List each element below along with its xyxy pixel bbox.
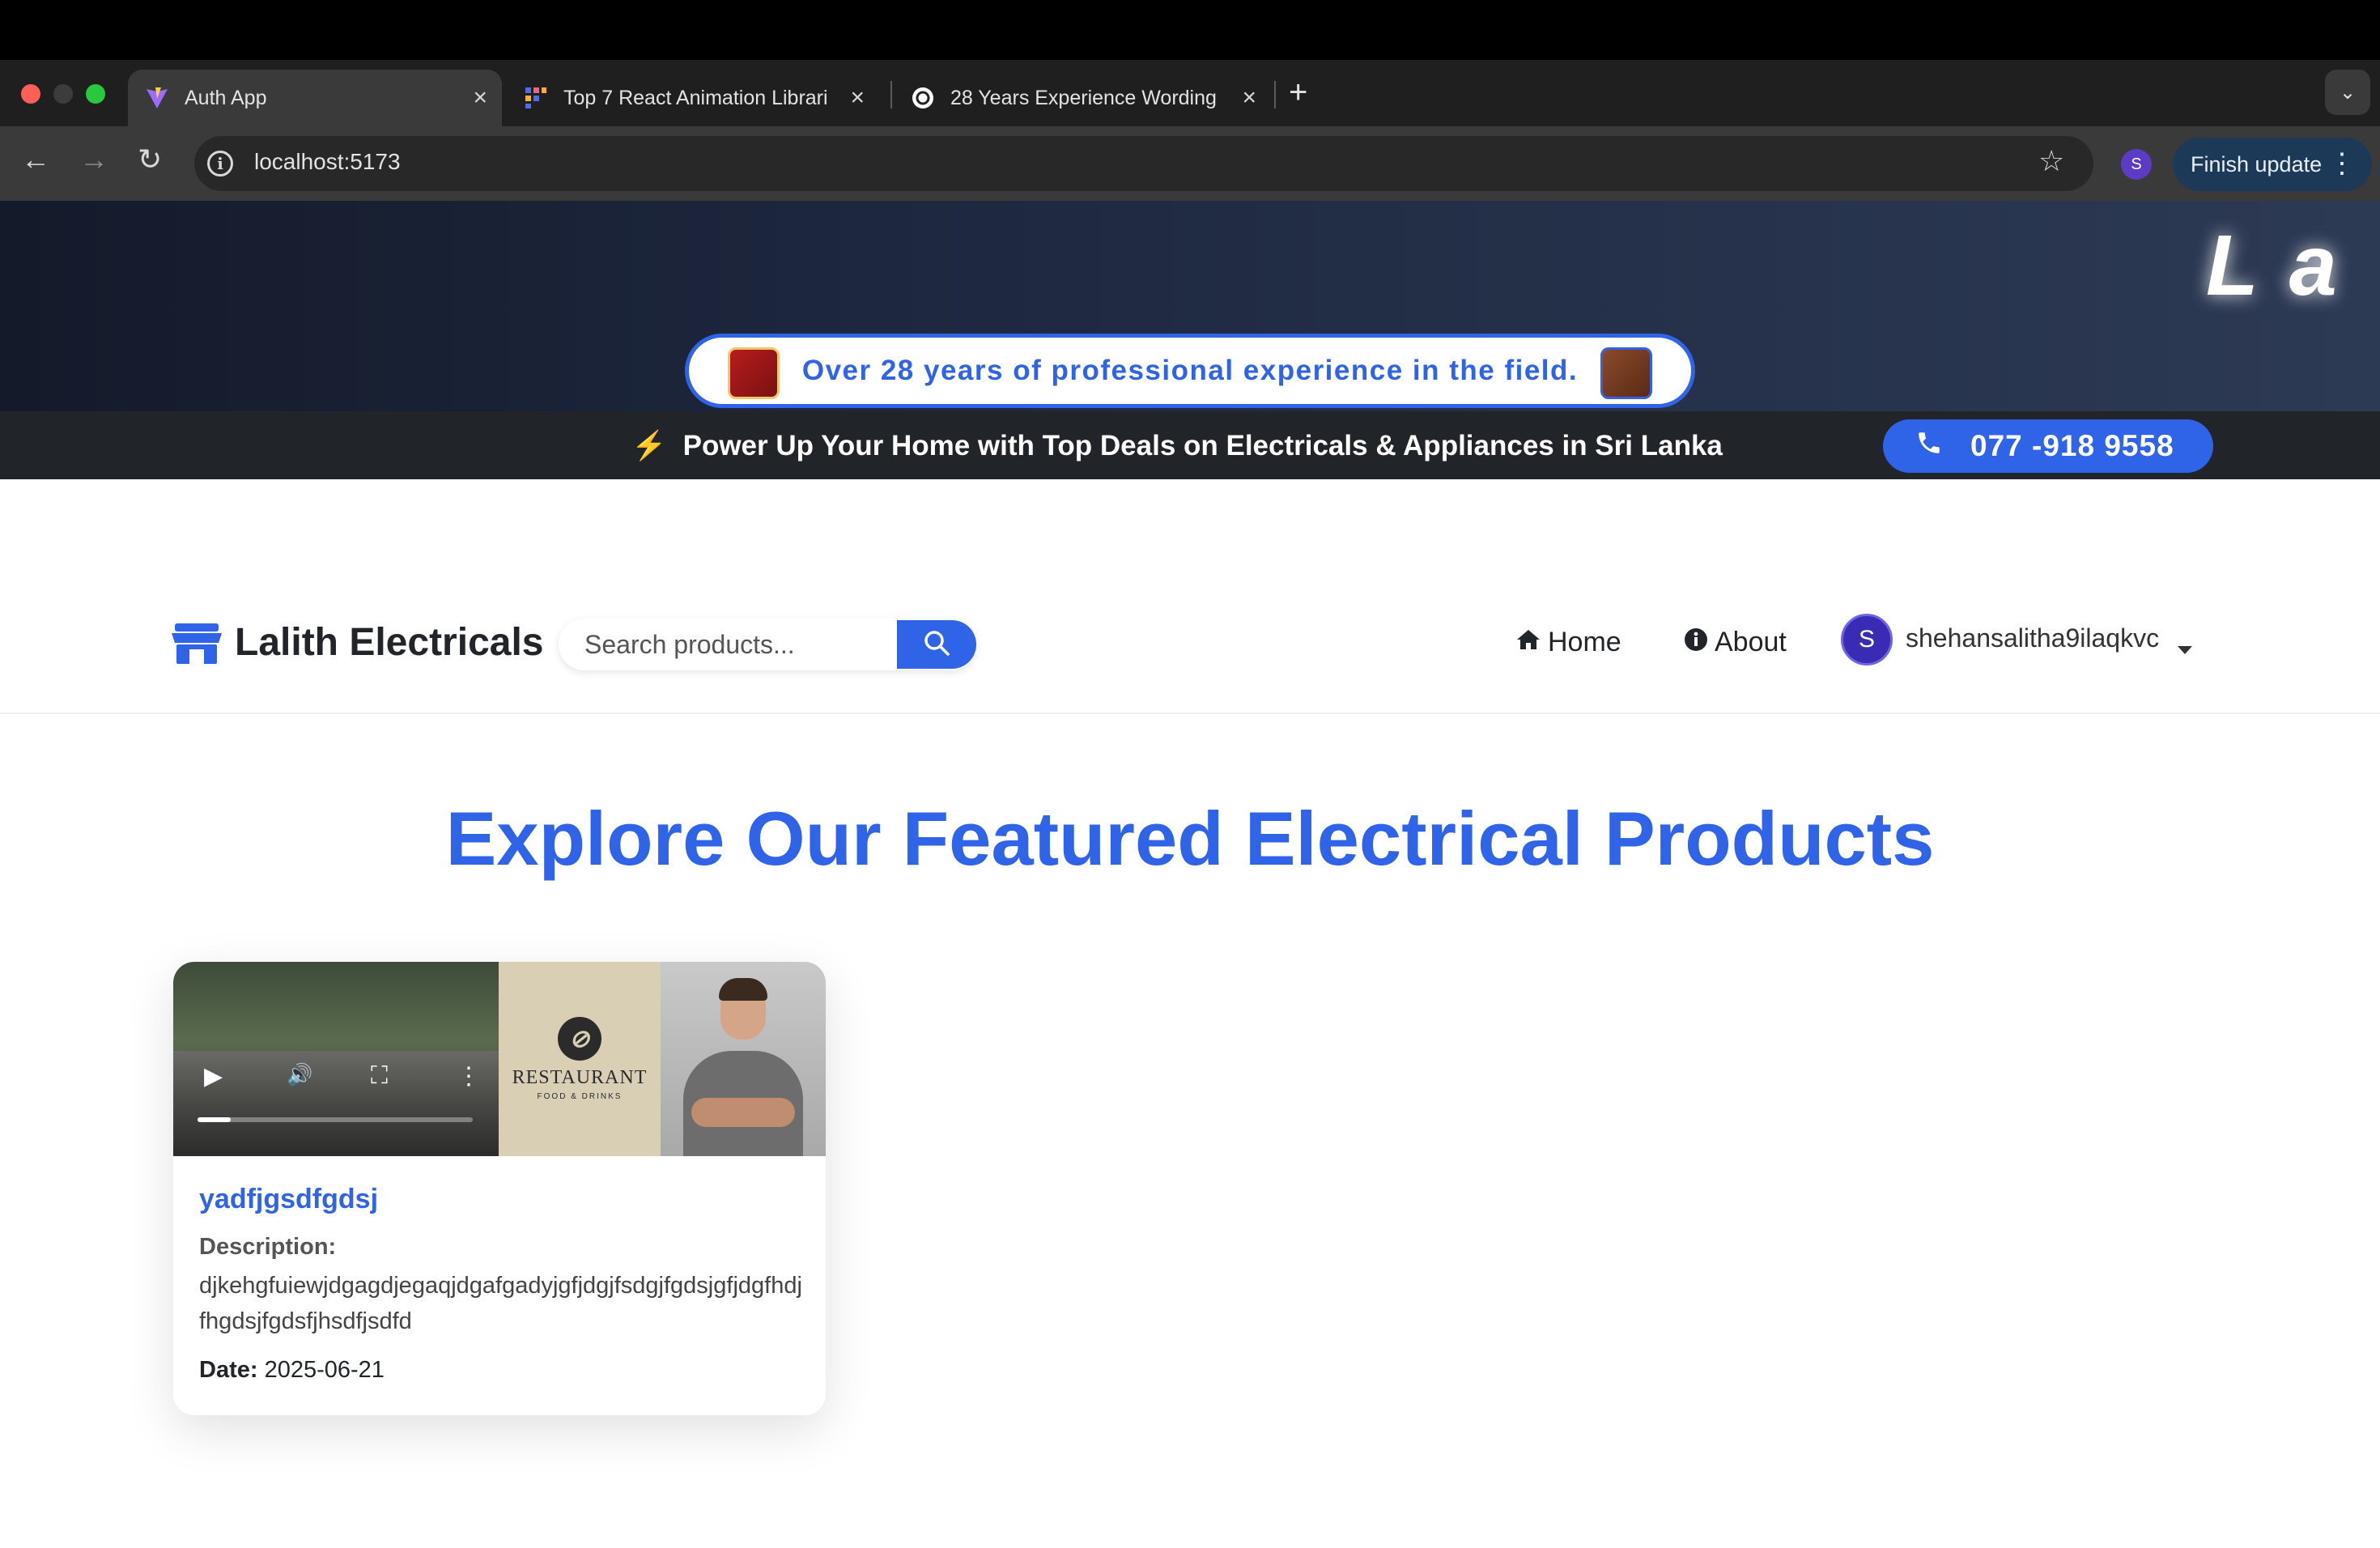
promo-product-image [1600,347,1652,399]
lightning-icon: ⚡ [631,430,667,461]
reload-icon[interactable]: ↻ [138,142,162,176]
maximize-window-button[interactable] [86,84,105,104]
site-info-icon[interactable]: i [207,151,233,176]
site-logo[interactable]: Lalith Electricals [235,620,544,665]
openai-icon [910,85,936,111]
video-progress-track[interactable] [198,1117,473,1122]
phone-number: 077 -918 9558 [1970,429,2174,462]
close-window-button[interactable] [21,84,40,104]
phone-button[interactable]: 077 -918 9558 [1883,419,2213,473]
grid-icon [523,85,549,111]
menu-bar [0,0,2380,60]
tab-search-icon[interactable]: ⌄ [2325,70,2370,115]
promo-text: Over 28 years of professional experience… [801,355,1579,386]
browser-profile-avatar[interactable]: S [2121,149,2152,180]
tab-divider [890,81,892,108]
tab-title: Top 7 React Animation Librari [563,86,828,109]
nav-link-about[interactable]: About [1684,627,1787,658]
product-video[interactable]: ▶ 🔊 ⛶ ⋮ [173,962,499,1156]
bookmark-star-icon[interactable]: ☆ [2038,144,2064,178]
search-icon [923,629,950,661]
restaurant-logo-text: RESTAURANT [512,1067,648,1088]
close-tab-icon[interactable]: × [1242,84,1256,112]
deals-text: Power Up Your Home with Top Deals on Ele… [682,430,1723,461]
product-media: ▶ 🔊 ⛶ ⋮ ⊘ RESTAURANT FOOD & DRINKS [173,962,826,1156]
search-input[interactable] [584,623,892,666]
user-avatar[interactable]: S [1841,614,1893,666]
more-options-icon[interactable]: ⋮ [457,1062,481,1091]
video-progress-fill [198,1117,231,1122]
minimize-window-button[interactable] [53,84,73,104]
site-navbar [0,479,2380,714]
tab-28-years[interactable]: 28 Years Experience Wording × [894,70,1271,126]
restaurant-emblem-icon: ⊘ [558,1017,601,1061]
chevron-down-icon[interactable] [2178,646,2192,654]
nav-link-label: Home [1548,627,1621,657]
person-image [661,962,826,1156]
deals-announcement: ⚡ Power Up Your Home with Top Deals on El… [631,429,1723,462]
tab-auth-app[interactable]: Auth App × [128,70,502,126]
finish-update-button[interactable]: Finish update ⋮ [2173,138,2372,191]
tab-title: Auth App [185,86,267,109]
hero-banner: La l Over 28 years of professional exper… [0,201,2380,411]
date-value: 2025-06-21 [264,1357,385,1383]
vite-icon [144,85,170,111]
nav-link-home[interactable]: Home [1515,627,1621,658]
restaurant-logo-image: ⊘ RESTAURANT FOOD & DRINKS [499,962,661,1156]
description-label: Description: [199,1234,337,1260]
tab-title: 28 Years Experience Wording [950,86,1217,109]
phone-icon [1915,429,1943,463]
experience-promo-pill: Over 28 years of professional experience… [685,334,1695,408]
close-tab-icon[interactable]: × [473,84,487,112]
finish-update-label: Finish update [2191,151,2323,176]
url-text[interactable]: localhost:5173 [254,149,401,175]
restaurant-logo-subtext: FOOD & DRINKS [537,1092,623,1101]
more-menu-icon[interactable]: ⋮ [2328,147,2356,180]
tab-react-animation[interactable]: Top 7 React Animation Librari × [507,70,879,126]
close-tab-icon[interactable]: × [850,84,865,112]
volume-icon[interactable]: 🔊 [287,1062,312,1087]
info-icon [1684,627,1708,658]
back-icon[interactable]: ← [21,142,50,176]
store-icon [172,623,222,664]
address-bar[interactable] [194,136,2093,191]
product-title[interactable]: yadfjgsdfgdsj [199,1184,378,1215]
product-description: djkehgfuiewjdgagdjegaqjdgafgadyjgfjdgjfs… [199,1273,802,1334]
user-name[interactable]: shehansalitha9ilaqkvc [1906,623,2159,653]
nav-link-label: About [1715,627,1787,657]
hero-brand-text: La l [2206,218,2380,313]
home-icon [1515,628,1541,657]
forward-icon[interactable]: → [79,142,108,176]
play-icon[interactable]: ▶ [204,1062,223,1091]
fullscreen-icon[interactable]: ⛶ [371,1062,388,1090]
search-button[interactable] [897,620,976,669]
product-date: Date: 2025-06-21 [199,1357,385,1384]
promo-product-image [728,347,780,399]
page-title: Explore Our Featured Electrical Products [445,796,1935,881]
tab-divider [1274,81,1276,108]
new-tab-icon[interactable]: + [1289,74,1307,111]
product-card[interactable]: ▶ 🔊 ⛶ ⋮ ⊘ RESTAURANT FOOD & DRINKS yadfj… [173,962,826,1415]
date-label: Date: [199,1357,258,1383]
